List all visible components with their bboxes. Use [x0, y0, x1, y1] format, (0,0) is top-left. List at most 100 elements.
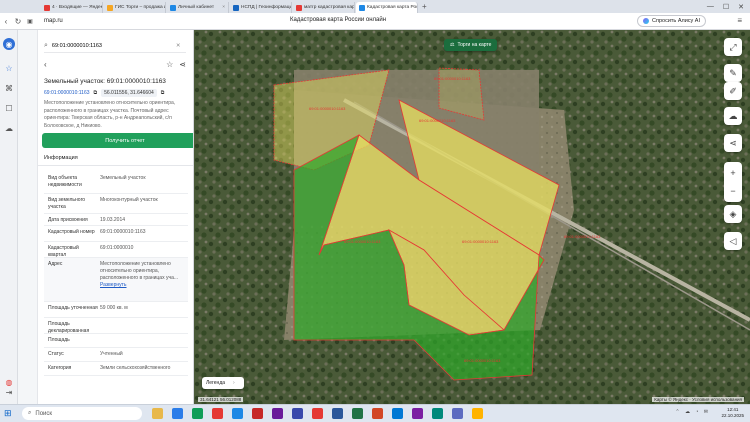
tab-favicon-icon: [44, 4, 50, 11]
parcel-label[interactable]: 69:01:0000010:1163: [464, 358, 501, 363]
zoom-out-icon[interactable]: −: [730, 186, 735, 196]
info-row-label: Площадь уточненная: [48, 305, 98, 311]
reload-icon[interactable]: ↻: [12, 17, 24, 26]
cadastral-map[interactable]: 69:01:0000010:1163 69:01:0000010:1163 69:0…: [194, 30, 750, 404]
tab-favicon-icon: [107, 4, 113, 11]
tab-favicon-icon: [233, 4, 239, 11]
excel-icon[interactable]: [352, 408, 363, 419]
edit-icon[interactable]: ✐: [724, 82, 742, 100]
grid-icon[interactable]: ⌘: [3, 82, 15, 94]
parcel-label[interactable]: 69:01:0000010:1163: [309, 106, 346, 111]
settings-icon[interactable]: [452, 408, 463, 419]
info-row: Площадь уточненная 59 000 кв. м: [44, 302, 188, 318]
fullscreen-icon[interactable]: ⤢: [724, 38, 742, 56]
mail-icon[interactable]: [392, 408, 403, 419]
share-map-icon[interactable]: ⋖: [724, 134, 742, 152]
browser-tab[interactable]: НСПД | Геоинформационная…×: [230, 2, 292, 13]
yandex-browser-icon[interactable]: [312, 408, 323, 419]
parcel-label[interactable]: 69:01:0000010:1163: [419, 118, 456, 123]
favorite-star-icon[interactable]: ☆: [166, 60, 173, 69]
tab-favicon-icon: [170, 4, 176, 11]
history-icon[interactable]: ☐: [3, 102, 15, 114]
compass-icon[interactable]: ◈: [724, 205, 742, 223]
share-icon[interactable]: ⋖: [179, 60, 186, 69]
chrome-icon[interactable]: [192, 408, 203, 419]
file-explorer-icon[interactable]: [152, 408, 163, 419]
photos-icon[interactable]: [412, 408, 423, 419]
map-attribution[interactable]: Карты © Яндекс · Условия использования: [652, 397, 744, 402]
locate-icon[interactable]: ◁: [724, 232, 742, 250]
info-row-label: Вид земельного участка: [48, 197, 86, 210]
parcel-label[interactable]: 69:01:0000010:1163: [434, 76, 471, 81]
browser-tab[interactable]: матгр кадастровая карта×: [293, 2, 355, 13]
info-row-label: Кадастровый квартал: [48, 245, 79, 258]
powerpoint-icon[interactable]: [372, 408, 383, 419]
bookmark-icon[interactable]: ☆: [3, 62, 15, 74]
ruler-icon[interactable]: ✎: [724, 64, 742, 82]
torgi-button[interactable]: ⚖ Торги на карте: [444, 39, 498, 51]
search-input[interactable]: [51, 43, 172, 49]
info-row-value: Многоконтурный участок: [100, 197, 158, 203]
browser-tab[interactable]: ГИС Торги – продажа имущества×: [104, 2, 166, 13]
taskbar-search[interactable]: ⌕ Поиск: [22, 407, 142, 420]
close-window-icon[interactable]: ✕: [738, 3, 744, 11]
info-row-value: Земельный участок: [100, 175, 146, 181]
copy-icon[interactable]: ⧉: [94, 90, 98, 96]
zone-address: Местоположение установлено относительно …: [44, 100, 176, 129]
exit-icon[interactable]: ⇥: [3, 386, 15, 398]
viber-icon[interactable]: [272, 408, 283, 419]
search-box: ⌕ ✕: [44, 40, 186, 53]
chevron-icon: ›: [233, 380, 235, 386]
alice-sidebar-icon[interactable]: ◉: [3, 38, 15, 50]
search-icon: ⌕: [28, 410, 32, 416]
info-row-label: Статус: [48, 351, 64, 357]
windows-start-icon[interactable]: ⊞: [4, 408, 12, 419]
browser-tab[interactable]: 4 · Входящие — Яндекс Почта×: [41, 2, 103, 13]
ask-alice-button[interactable]: Спросить Алису AI: [637, 15, 706, 27]
clear-search-icon[interactable]: ✕: [176, 43, 181, 49]
info-row-label: Дата присвоения: [48, 217, 88, 223]
minimize-icon[interactable]: —: [707, 3, 714, 10]
store-icon[interactable]: [172, 408, 183, 419]
clock[interactable]: 12:41 22.10.2025: [721, 407, 744, 419]
parcel-label[interactable]: 69:01:0000010:1163: [462, 239, 499, 244]
back-arrow-icon[interactable]: ‹: [44, 60, 47, 69]
cad-link-row: 69:01:0000010:1163 ⧉ 56.011556, 31.64660…: [44, 89, 164, 97]
maps-icon[interactable]: [432, 408, 443, 419]
legend-button[interactable]: Легенда ›: [202, 377, 244, 389]
maximize-icon[interactable]: ☐: [723, 3, 729, 11]
parcel-label[interactable]: 69:01:0000010:1163: [564, 234, 601, 239]
opera-icon[interactable]: [252, 408, 263, 419]
copy-coords-icon[interactable]: ⧉: [161, 90, 165, 96]
info-row-label: Площадь декларированная: [48, 321, 90, 334]
url-field[interactable]: map.ru: [44, 18, 63, 24]
tray-icons[interactable]: ⌃ ☁ ◔ ✉: [675, 409, 710, 415]
browser-tab[interactable]: Личный кабинет ×: [167, 2, 229, 13]
info-row-label: Вид объекта недвижимости: [48, 175, 82, 188]
browser-tab[interactable]: Кадастровая карта России×: [356, 2, 418, 13]
parcel-label[interactable]: 69:01:0000010:1163: [344, 239, 381, 244]
edge-icon[interactable]: [232, 408, 243, 419]
coords-readout: 31.64121 56.012088: [198, 397, 244, 402]
info-row-label: Адрес: [48, 261, 63, 267]
expand-link[interactable]: Развернуть: [100, 282, 127, 288]
info-row-label: Площадь: [48, 337, 70, 343]
notes-icon[interactable]: [472, 408, 483, 419]
tab-favicon-icon: [359, 4, 365, 11]
yandex-icon[interactable]: [212, 408, 223, 419]
coord-tag[interactable]: 56.011556, 31.646604: [101, 89, 157, 97]
browser-menu-icon[interactable]: ≡: [737, 16, 744, 25]
cad-number-link[interactable]: 69:01:0000010:1163: [44, 90, 90, 96]
teams-icon[interactable]: [292, 408, 303, 419]
back-icon[interactable]: ‹: [0, 17, 12, 26]
cloud-icon[interactable]: ☁: [3, 122, 15, 134]
close-tab-icon[interactable]: ×: [222, 5, 225, 10]
zoom-in-icon[interactable]: +: [730, 168, 735, 178]
info-panel: ⌕ ✕ ‹ ☆ ⋖ Земельный участок: 69:01:00000…: [18, 30, 194, 404]
layers-icon[interactable]: ☁: [724, 107, 742, 125]
new-tab-button[interactable]: +: [422, 1, 427, 13]
auction-icon: ⚖: [450, 42, 455, 48]
word-icon[interactable]: [332, 408, 343, 419]
info-row-label: Категория: [48, 365, 72, 371]
get-report-button[interactable]: Получить отчет: [42, 133, 193, 148]
